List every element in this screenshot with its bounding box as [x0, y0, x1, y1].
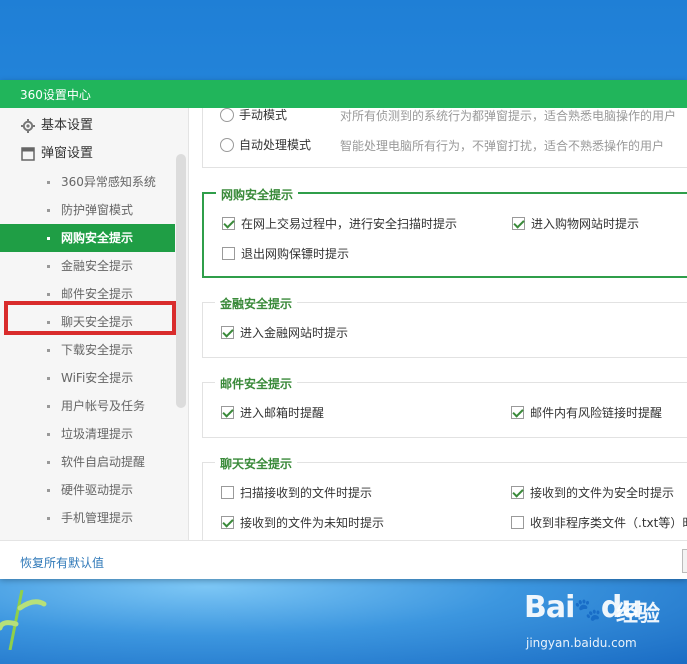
sidebar-item-wifi[interactable]: WiFi安全提示: [0, 364, 175, 392]
bullet-icon: [47, 377, 50, 380]
group-title: 网购安全提示: [216, 186, 299, 203]
sidebar-item-label: 垃圾清理提示: [61, 427, 134, 441]
sidebar-item-phone[interactable]: 手机管理提示: [0, 504, 175, 532]
radio-icon: [220, 138, 234, 152]
sidebar-item-label: WiFi安全提示: [61, 371, 134, 385]
checkbox-checked-icon: [511, 486, 524, 499]
sidebar-item-label: 金融安全提示: [61, 259, 134, 273]
sidebar-scrollbar[interactable]: [176, 154, 186, 408]
checkbox-unchecked-icon: [221, 486, 234, 499]
window-icon: [21, 147, 35, 161]
group-title: 聊天安全提示: [215, 455, 298, 472]
bullet-icon: [47, 461, 50, 464]
sidebar-item-label: 硬件驱动提示: [61, 483, 134, 497]
chat-group: 聊天安全提示 扫描接收到的文件时提示 接收到的文件为安全时提示 接收到的文件为未…: [202, 455, 687, 540]
shopping-group: 网购安全提示 在网上交易过程中，进行安全扫描时提示 进入购物网站时提示 退出网购…: [202, 186, 687, 278]
checkbox-checked-icon: [221, 326, 234, 339]
sidebar-item-download[interactable]: 下载安全提示: [0, 336, 175, 364]
option-label: 自动处理模式: [239, 138, 312, 152]
sidebar-item-label: 下载安全提示: [61, 343, 134, 357]
checkbox-checked-icon: [221, 406, 234, 419]
radio-icon: [220, 108, 234, 122]
checkbox-checked-icon: [511, 406, 524, 419]
option-label: 收到非程序类文件（.txt等）时: [530, 516, 687, 530]
bullet-icon: [47, 405, 50, 408]
bullet-icon: [47, 293, 50, 296]
bamboo-decoration-icon: [0, 590, 47, 650]
sidebar-item-finance[interactable]: 金融安全提示: [0, 252, 175, 280]
restore-defaults-link[interactable]: 恢复所有默认值: [20, 554, 104, 571]
finance-group: 金融安全提示 进入金融网站时提示: [202, 295, 687, 358]
bullet-icon: [47, 489, 50, 492]
sidebar-category-label: 弹窗设置: [41, 146, 94, 161]
watermark-jingyan: 经验: [616, 602, 661, 627]
auto-mode-desc: 智能处理电脑所有行为，不弹窗打扰，适合不熟悉操作的用户: [340, 139, 665, 153]
sidebar-item-label: 360异常感知系统: [61, 175, 156, 189]
bullet-icon: [47, 181, 50, 184]
option-label: 接收到的文件为安全时提示: [530, 486, 675, 500]
footer-button-partial[interactable]: [682, 549, 687, 573]
mode-group: 手动模式 对所有侦测到的系统行为都弹窗提示，适合熟悉电脑操作的用户 自动处理模式…: [202, 108, 687, 168]
bullet-icon: [47, 433, 50, 436]
sidebar-item-driver[interactable]: 硬件驱动提示: [0, 476, 175, 504]
sidebar-category-label: 基本设置: [41, 118, 94, 133]
checkbox-checked-icon: [221, 516, 234, 529]
manual-mode-desc: 对所有侦测到的系统行为都弹窗提示，适合熟悉电脑操作的用户: [340, 109, 677, 123]
option-label: 进入邮箱时提醒: [240, 406, 325, 420]
option-label: 进入金融网站时提示: [240, 326, 349, 340]
settings-content: 手动模式 对所有侦测到的系统行为都弹窗提示，适合熟悉电脑操作的用户 自动处理模式…: [189, 108, 687, 540]
sidebar-item-account[interactable]: 用户帐号及任务: [0, 392, 175, 420]
settings-window: 360设置中心 基本设置 弹窗设置 360异常感知系统 防护弹窗模式 网购安全提…: [0, 80, 687, 579]
group-title: 金融安全提示: [215, 295, 298, 312]
bullet-icon: [47, 237, 50, 240]
sidebar-category-basic[interactable]: 基本设置: [0, 112, 175, 140]
sidebar-item-label: 防护弹窗模式: [61, 203, 134, 217]
checkbox-checked-icon: [512, 217, 525, 230]
sidebar-item-anomaly[interactable]: 360异常感知系统: [0, 168, 175, 196]
group-title: 邮件安全提示: [215, 375, 298, 392]
option-label: 手动模式: [239, 108, 288, 122]
gear-icon: [21, 119, 35, 133]
watermark-url: jingyan.baidu.com: [526, 636, 637, 650]
sidebar-item-label: 软件自启动提醒: [61, 455, 146, 469]
bullet-icon: [47, 349, 50, 352]
sidebar-item-shopping[interactable]: 网购安全提示: [0, 224, 175, 252]
option-label: 退出网购保镖时提示: [241, 247, 350, 261]
checkbox-unchecked-icon: [222, 247, 235, 260]
sidebar-item-popup-mode[interactable]: 防护弹窗模式: [0, 196, 175, 224]
bullet-icon: [47, 265, 50, 268]
checkbox-unchecked-icon: [511, 516, 524, 529]
baidu-watermark: Bai🐾du 经验 jingyan.baidu.com: [524, 590, 684, 660]
sidebar-category-popup[interactable]: 弹窗设置: [0, 140, 175, 168]
sidebar-item-cleanup[interactable]: 垃圾清理提示: [0, 420, 175, 448]
option-label: 接收到的文件为未知时提示: [240, 516, 385, 530]
option-label: 扫描接收到的文件时提示: [240, 486, 373, 500]
sidebar-item-label: 用户帐号及任务: [61, 399, 146, 413]
bullet-icon: [47, 517, 50, 520]
footer-bar: 恢复所有默认值: [0, 540, 687, 579]
bullet-icon: [47, 209, 50, 212]
window-title: 360设置中心: [20, 88, 91, 102]
option-label: 邮件内有风险链接时提醒: [530, 406, 663, 420]
option-label: 进入购物网站时提示: [531, 217, 640, 231]
mail-group: 邮件安全提示 进入邮箱时提醒 邮件内有风险链接时提醒: [202, 375, 687, 438]
sidebar-item-label: 网购安全提示: [61, 231, 134, 245]
sidebar-item-label: 手机管理提示: [61, 511, 134, 525]
sidebar-item-autostart[interactable]: 软件自启动提醒: [0, 448, 175, 476]
title-bar[interactable]: 360设置中心: [0, 80, 687, 108]
option-label: 在网上交易过程中，进行安全扫描时提示: [241, 217, 458, 231]
checkbox-checked-icon: [222, 217, 235, 230]
annotation-highlight-box: [4, 301, 176, 335]
